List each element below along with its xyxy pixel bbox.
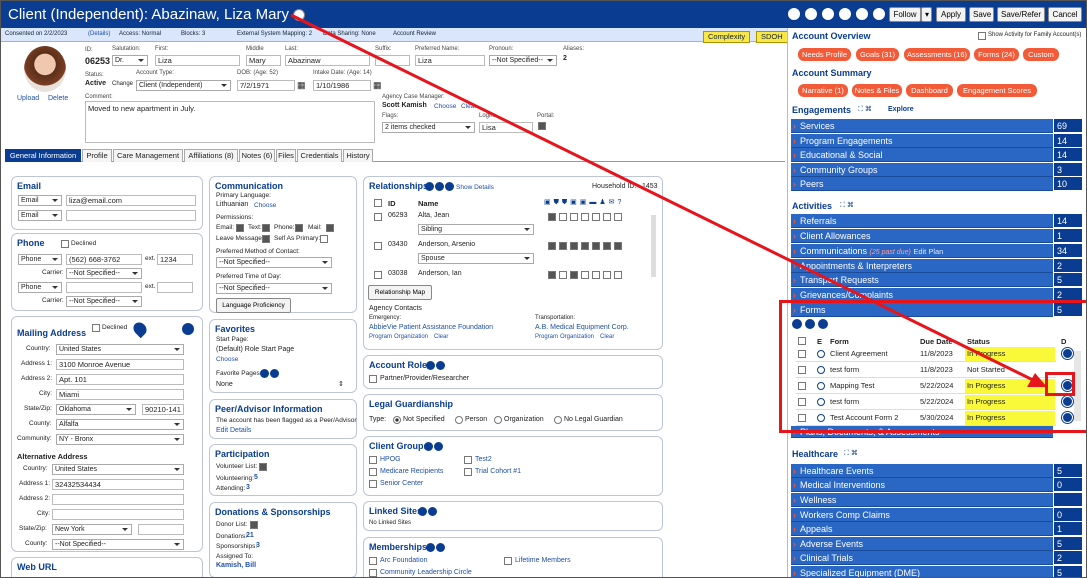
client-page: Client (Independent): Abazinaw, Liza Mar… (0, 0, 1087, 578)
annotation-arrow (290, 13, 1047, 387)
